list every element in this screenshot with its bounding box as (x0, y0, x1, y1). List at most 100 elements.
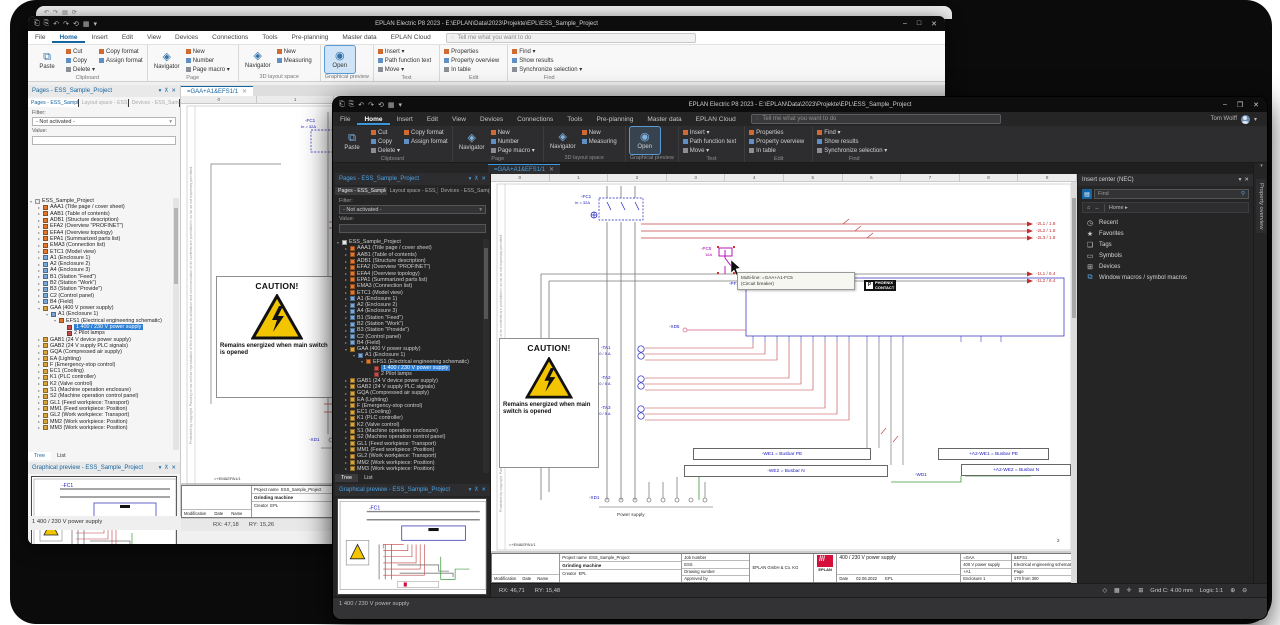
tree-item[interactable]: ▸ MM3 (Work workpiece: Position) (30, 425, 172, 431)
ribbon-tab[interactable]: Connections (205, 32, 255, 43)
ribbon-tab[interactable]: Tools (255, 32, 284, 43)
ribbon-tab[interactable]: Master data (640, 114, 688, 125)
close-button[interactable]: ✕ (931, 20, 937, 28)
ribbon-tab[interactable]: EPLAN Cloud (689, 114, 743, 125)
ribbon-button[interactable]: Copy (66, 57, 95, 65)
panel-pin-icon[interactable]: ⊼ (164, 465, 168, 471)
tree-scrollbar[interactable] (173, 198, 179, 450)
tree-list-tab[interactable]: List (51, 452, 72, 460)
ribbon-button[interactable]: Properties (444, 48, 499, 56)
dock-tab[interactable]: Pages - ESS_Sample_P... (28, 99, 79, 107)
ribbon-button[interactable]: Cut (66, 48, 95, 56)
ribbon-button[interactable]: Find ▾ (817, 129, 887, 137)
busbar-box[interactable]: -WE1 = Busbar PE (693, 448, 871, 460)
ribbon-button[interactable]: Show results (817, 138, 887, 146)
ribbon-tab[interactable]: Insert (390, 114, 420, 125)
schematic-canvas[interactable]: Protected by copyright. Passing on as we… (491, 182, 1077, 583)
ribbon-button[interactable]: New (582, 129, 617, 137)
ribbon-button[interactable]: Move ▾ (378, 66, 431, 74)
ribbon-button[interactable]: Copy format (99, 48, 143, 56)
ribbon-tab[interactable]: Edit (115, 32, 140, 43)
ribbon-button[interactable]: Properties (749, 129, 804, 137)
ribbon-tab[interactable]: Pre-planning (284, 32, 335, 43)
panel-menu-icon[interactable]: ▾ (159, 88, 162, 94)
filter-icon[interactable]: ▤ (1082, 189, 1092, 199)
document-tab[interactable]: =GAA+A1&EFS1/1 ✕ (181, 86, 253, 96)
ribbon-button[interactable]: Move ▾ (683, 147, 736, 155)
home-icon[interactable]: ⌂ (1087, 205, 1090, 211)
ribbon-big-button[interactable]: ◈ Navigator (152, 46, 182, 74)
pages-panel-header[interactable]: Pages - ESS_Sample_Project ▾ ⊼ ✕ (335, 173, 490, 185)
grid-icon[interactable]: ▦ (83, 20, 90, 28)
ribbon-big-button[interactable]: ◈ Navigator (243, 46, 273, 73)
ribbon-tab[interactable]: View (140, 32, 168, 43)
titlebar[interactable]: ⎗ ⎘ ↶ ↷ ⟲ ▦ ▾ EPLAN Electric P8 2023 - E… (333, 97, 1267, 112)
ribbon-tab[interactable]: Edit (420, 114, 445, 125)
value-input[interactable] (32, 136, 176, 145)
ribbon-button[interactable]: Path function text (683, 138, 736, 146)
tell-me-search[interactable]: ◌ Tell me what you want to do (751, 114, 1001, 124)
back-icon[interactable]: ← (1094, 205, 1100, 211)
ribbon-button[interactable]: Path function text (378, 57, 431, 65)
tree-list-tab[interactable]: Tree (28, 452, 51, 460)
zoom-out-icon[interactable]: ⊖ (1242, 588, 1247, 594)
dock-tab[interactable]: Layout space - ESS_Sa... (79, 99, 129, 107)
redo-icon[interactable]: ↷ (63, 20, 69, 28)
grid-icon[interactable]: ▦ (388, 101, 395, 109)
refresh-icon[interactable]: ⟲ (73, 20, 79, 28)
insert-center-item[interactable]: ❏ Tags (1078, 239, 1253, 250)
ribbon-button[interactable]: Find ▾ (512, 48, 582, 56)
page-forward-icon[interactable]: ⎘ (349, 101, 355, 109)
ribbon-big-button[interactable]: ◉ Open (325, 46, 355, 73)
save-icon[interactable]: ▤ (62, 9, 68, 16)
panel-menu-icon[interactable]: ▾ (469, 176, 472, 182)
ribbon-big-button[interactable]: ⧉ Paste (32, 46, 62, 74)
insert-center-item[interactable]: ⧉ Window macros / symbol macros (1078, 272, 1253, 283)
ribbon-tab[interactable]: Insert (85, 32, 115, 43)
breadcrumb[interactable]: ⌂ ← Home ▸ (1082, 202, 1249, 213)
ribbon-button[interactable]: Synchronize selection ▾ (512, 66, 582, 74)
tree-scrollbar[interactable] (483, 239, 489, 473)
crosshair-icon[interactable]: ✛ (1127, 588, 1132, 594)
ribbon-button[interactable]: Number (491, 138, 535, 146)
chevron-down-icon[interactable]: ▾ (1254, 163, 1268, 169)
busbar-box[interactable]: -WE2 = Busbar N (684, 465, 888, 477)
panel-close-icon[interactable]: ✕ (171, 88, 176, 94)
panel-close-icon[interactable]: ✕ (481, 487, 486, 493)
ribbon-button[interactable]: Assign format (404, 138, 448, 146)
value-input[interactable] (339, 224, 486, 233)
maximize-button[interactable]: □ (917, 20, 921, 28)
graphical-preview-thumbnail[interactable]: -FC1 (337, 498, 487, 595)
ribbon-button[interactable]: Copy (371, 138, 400, 146)
ribbon-tab[interactable]: EPLAN Cloud (384, 32, 438, 43)
dock-tab[interactable]: Devices - ESS_Sample_... (438, 187, 490, 195)
ribbon-tab[interactable]: View (445, 114, 473, 125)
filter-dropdown[interactable]: - Not activated - ▾ (32, 117, 176, 126)
ribbon-button[interactable]: In table (749, 147, 804, 155)
ribbon-tab[interactable]: Devices (473, 114, 510, 125)
qat-menu-icon[interactable]: ▾ (398, 101, 402, 109)
undo-icon[interactable]: ↶ (358, 101, 364, 109)
zoom-in-icon[interactable]: ⊕ (1230, 588, 1235, 594)
tree-list-tab[interactable]: List (358, 474, 379, 482)
panel-menu-icon[interactable]: ▾ (1239, 177, 1242, 183)
ribbon-button[interactable]: New (186, 48, 230, 56)
ribbon-button[interactable]: In table (444, 66, 499, 74)
tab-close-icon[interactable]: ✕ (549, 166, 554, 173)
busbar-box[interactable]: +A2-WE2 = Busbar N (961, 464, 1071, 476)
ribbon-button[interactable]: Copy format (404, 129, 448, 137)
ribbon-button[interactable]: Property overview (749, 138, 804, 146)
ribbon-big-button[interactable]: ◈ Navigator (548, 127, 578, 154)
ribbon-tab[interactable]: Home (52, 32, 84, 43)
refresh-icon[interactable]: ⟳ (72, 9, 77, 16)
panel-menu-icon[interactable]: ▾ (469, 487, 472, 493)
undo-icon[interactable]: ↶ (44, 9, 49, 16)
page-forward-icon[interactable]: ⎘ (44, 20, 50, 28)
page-back-icon[interactable]: ⎗ (339, 101, 345, 109)
dock-tab[interactable]: Pages - ESS_Sample_P... (335, 187, 387, 195)
tell-me-search[interactable]: ◌ Tell me what you want to do (446, 33, 696, 43)
page-back-icon[interactable]: ⎗ (34, 20, 40, 28)
ribbon-tab[interactable]: File (28, 32, 52, 43)
ribbon-button[interactable]: Delete ▾ (66, 66, 95, 74)
ribbon-big-button[interactable]: ◈ Navigator (457, 127, 487, 155)
